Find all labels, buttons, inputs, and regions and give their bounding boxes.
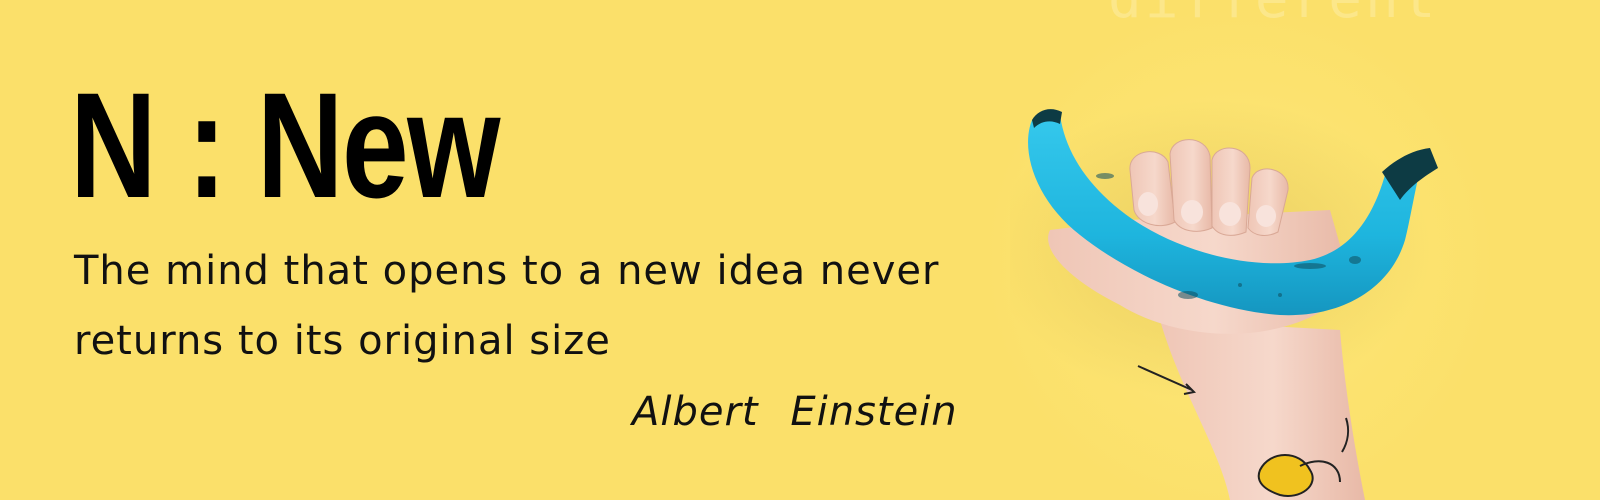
hand-holding-banana-icon: [1010, 100, 1438, 500]
banner-title: N : New: [70, 61, 500, 229]
quote-banner: different N : New The mind that opens to…: [0, 0, 1600, 500]
quote-author: Albert Einstein: [632, 389, 958, 435]
quote-text: The mind that opens to a new idea never …: [74, 248, 940, 364]
ghost-word: different: [1108, 0, 1438, 31]
